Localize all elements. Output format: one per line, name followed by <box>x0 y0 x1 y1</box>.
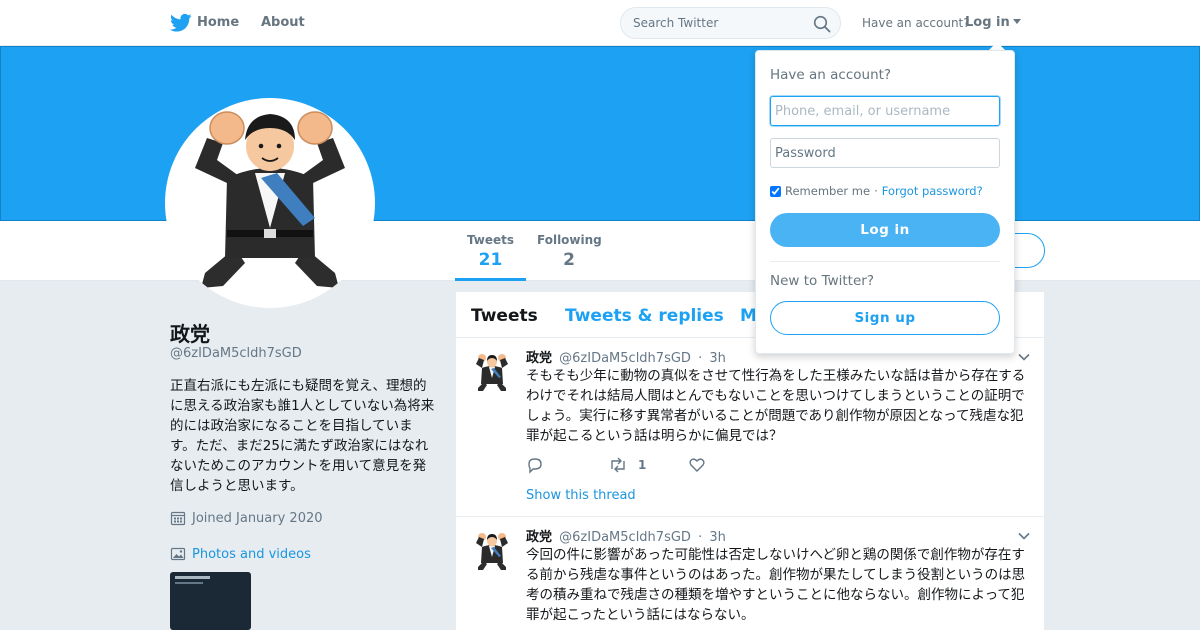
profile-display-name[interactable]: 政党 <box>170 318 210 347</box>
tweet-item[interactable]: 政党 @6zIDaM5cldh7sGD · 3h 今回の件に影響があった可能性は… <box>456 517 1044 630</box>
reply-button[interactable] <box>526 456 544 474</box>
photos-videos-link[interactable]: Photos and videos <box>170 546 311 562</box>
top-nav-bar: Home About Have an account? Log in <box>0 0 1200 46</box>
tweet-avatar[interactable] <box>470 529 514 573</box>
separator-dot: · <box>874 184 878 198</box>
thumbnail-text-line <box>175 576 210 579</box>
nav-home-link[interactable]: Home <box>197 15 239 30</box>
username-field[interactable] <box>770 96 1000 126</box>
tweet-author-handle[interactable]: @6zIDaM5cldh7sGD <box>559 351 691 366</box>
remember-me-checkbox[interactable] <box>770 185 781 197</box>
login-button[interactable]: Log in <box>770 213 1000 247</box>
signup-button[interactable]: Sign up <box>770 301 1000 335</box>
like-button[interactable] <box>688 456 706 474</box>
have-account-text: Have an account? <box>862 16 970 30</box>
password-field[interactable] <box>770 138 1000 168</box>
tweet-author-name[interactable]: 政党 <box>526 530 552 545</box>
photos-videos-label: Photos and videos <box>192 546 311 562</box>
login-dropdown: Have an account? Remember me · Forgot pa… <box>755 50 1015 354</box>
profile-handle[interactable]: @6zIDaM5cldh7sGD <box>170 346 302 361</box>
tweet-time[interactable]: 3h <box>709 530 726 545</box>
tweet-dot: · <box>698 530 703 545</box>
search-icon[interactable] <box>813 15 831 33</box>
show-thread-link[interactable]: Show this thread <box>526 488 636 503</box>
nav-about-link[interactable]: About <box>261 15 305 30</box>
calendar-icon <box>170 511 186 526</box>
tab-tweets-replies[interactable]: Tweets & replies <box>565 306 724 326</box>
photo-icon <box>170 547 186 561</box>
tweet-text: 今回の件に影響があった可能性は否定しないけへど卵と鶏の関係で創作物が存在する前か… <box>526 547 1026 623</box>
tweet-avatar[interactable] <box>470 350 514 394</box>
tab-tweets[interactable]: Tweets <box>471 306 538 326</box>
twitter-bird-icon[interactable] <box>170 13 192 33</box>
tweet-item[interactable]: 政党 @6zIDaM5cldh7sGD · 3h そもそも少年に動物の真似をさせ… <box>456 338 1044 517</box>
retweet-count: 1 <box>638 458 647 472</box>
stat-label: Tweets <box>466 233 515 247</box>
tweet-author-name[interactable]: 政党 <box>526 351 552 366</box>
retweet-button[interactable]: 1 <box>608 456 646 474</box>
profile-avatar[interactable] <box>165 98 375 308</box>
login-dropdown-toggle[interactable]: Log in <box>965 15 1021 30</box>
joined-date: Joined January 2020 <box>170 510 323 526</box>
dropdown-divider <box>770 261 1000 262</box>
profile-bio: 正直右派にも左派にも疑問を覚え、理想的に思える政治家も誰1人としていない為将来的… <box>170 378 435 494</box>
tweet-time[interactable]: 3h <box>709 351 726 366</box>
tweet-text: そもそも少年に動物の真似をさせて性行為をした王様みたいな話は昔から存在するわけで… <box>526 368 1026 444</box>
stat-tweets[interactable]: Tweets 21 <box>455 233 526 281</box>
tweet-header: 政党 @6zIDaM5cldh7sGD · 3h <box>526 347 726 366</box>
forgot-password-link[interactable]: Forgot password? <box>882 184 983 198</box>
new-to-twitter-text: New to Twitter? <box>770 273 874 289</box>
stat-following[interactable]: Following 2 <box>537 233 602 270</box>
stat-value: 2 <box>563 250 575 270</box>
chevron-down-icon[interactable] <box>1018 353 1030 361</box>
chevron-down-icon[interactable] <box>1018 532 1030 540</box>
tweet-header: 政党 @6zIDaM5cldh7sGD · 3h <box>526 526 726 545</box>
tweet-author-handle[interactable]: @6zIDaM5cldh7sGD <box>559 530 691 545</box>
dropdown-title: Have an account? <box>770 67 892 83</box>
retweet-icon <box>611 457 625 473</box>
remember-row: Remember me · Forgot password? <box>770 184 983 198</box>
joined-text: Joined January 2020 <box>192 510 323 526</box>
like-icon <box>689 458 705 472</box>
tweet-dot: · <box>698 351 703 366</box>
avatar-illustration <box>195 111 345 288</box>
caret-down-icon <box>1012 19 1021 24</box>
stat-value: 21 <box>478 250 503 270</box>
login-toggle-label: Log in <box>965 15 1010 30</box>
search-input[interactable] <box>633 15 803 31</box>
reply-icon <box>528 458 542 474</box>
media-thumbnail[interactable] <box>170 572 251 630</box>
search-box <box>620 7 841 39</box>
remember-me-label[interactable]: Remember me <box>785 184 870 198</box>
stat-label: Following <box>537 233 602 247</box>
thumbnail-text-line <box>175 582 203 584</box>
